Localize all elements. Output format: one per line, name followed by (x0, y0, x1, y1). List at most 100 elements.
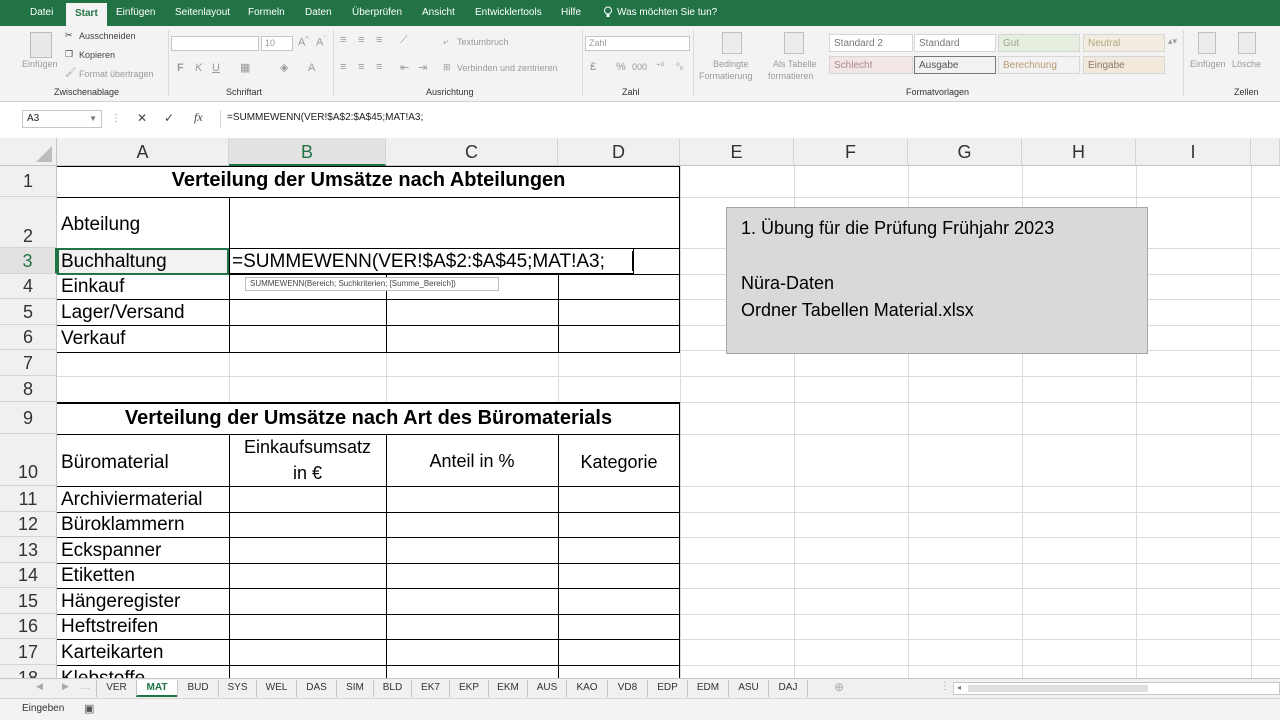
department-buchhaltung[interactable]: Buchhaltung (61, 251, 167, 273)
sheet-tab-aus[interactable]: AUS (527, 680, 566, 697)
table2-header-anteil[interactable]: Anteil in % (386, 451, 558, 472)
table2-header-bueromaterial[interactable]: Büromaterial (61, 452, 169, 474)
percent-button[interactable]: % (616, 61, 626, 73)
row-header-8[interactable]: 8 (0, 376, 57, 402)
tab-datei[interactable]: Datei (30, 0, 53, 26)
row-header-7[interactable]: 7 (0, 350, 57, 376)
style-berechnung[interactable]: Berechnung (998, 56, 1080, 74)
tab-daten[interactable]: Daten (305, 0, 332, 26)
row-header-1[interactable]: 1 (0, 166, 57, 197)
currency-icon[interactable]: ₤ (590, 61, 596, 73)
sheet-tab-edp[interactable]: EDP (647, 680, 687, 697)
row-header-4[interactable]: 4 (0, 274, 57, 299)
cancel-button[interactable]: ✕ (137, 111, 147, 125)
sheet-tab-asu[interactable]: ASU (728, 680, 768, 697)
material-heftstreifen[interactable]: Heftstreifen (61, 616, 158, 638)
table2-header-einkaufsumsatz[interactable]: Einkaufsumsatz (229, 437, 386, 458)
sheet-tab-bld[interactable]: BLD (373, 680, 411, 697)
increase-decimal-icon[interactable]: ⁺⁰ (656, 61, 664, 72)
scroll-right-icon[interactable]: ▶ (62, 681, 69, 692)
tab-start[interactable]: Start (66, 3, 107, 26)
column-header-a[interactable]: A (57, 138, 229, 166)
grow-font-icon[interactable]: A^ (298, 36, 309, 49)
underline-button[interactable]: U (212, 62, 220, 74)
department-einkauf[interactable]: Einkauf (61, 276, 124, 298)
department-verkauf[interactable]: Verkauf (61, 328, 125, 350)
row-header-15[interactable]: 15 (0, 588, 57, 614)
align-top-icon[interactable]: ≡ (340, 34, 346, 46)
scroll-left-arrow-icon[interactable]: ◂ (957, 683, 961, 692)
row-header-18[interactable]: 18 (0, 665, 57, 678)
row-header-3[interactable]: 3 (0, 248, 57, 274)
tab-split-handle-icon[interactable]: ⋮ (940, 681, 950, 692)
table2-header-kategorie[interactable]: Kategorie (558, 452, 680, 473)
sheet-tab-kao[interactable]: KAO (566, 680, 607, 697)
paste-button[interactable]: Einfügen (22, 59, 58, 69)
material-haengeregister[interactable]: Hängeregister (61, 591, 180, 613)
column-header-i[interactable]: I (1136, 138, 1251, 166)
table1-title[interactable]: Verteilung der Umsätze nach Abteilungen (57, 169, 680, 192)
table2-header-currency[interactable]: in € (229, 463, 386, 484)
conditional-formatting-label-2[interactable]: Formatierung (699, 71, 753, 81)
material-klebstoffe[interactable]: Klebstoffe (61, 668, 145, 678)
decrease-decimal-icon[interactable]: ⁰₀ (676, 61, 683, 72)
insert-cells-icon[interactable] (1198, 32, 1216, 54)
delete-cells-button[interactable]: Lösche (1232, 59, 1261, 69)
sheet-tab-ver[interactable]: VER (96, 680, 136, 697)
sheet-tab-edm[interactable]: EDM (687, 680, 728, 697)
cut-button[interactable]: Ausschneiden (79, 31, 136, 41)
align-right-icon[interactable]: ≡ (376, 61, 382, 73)
sheet-tab-ekp[interactable]: EKP (449, 680, 488, 697)
style-ausgabe[interactable]: Ausgabe (914, 56, 996, 74)
bold-button[interactable]: F (177, 62, 184, 74)
row-header-12[interactable]: 12 (0, 512, 57, 537)
tab-ueberpruefen[interactable]: Überprüfen (352, 0, 402, 26)
column-header-f[interactable]: F (794, 138, 908, 166)
row-header-5[interactable]: 5 (0, 299, 57, 325)
align-center-icon[interactable]: ≡ (358, 61, 364, 73)
font-size-select[interactable]: 10 (261, 36, 293, 51)
row-header-6[interactable]: 6 (0, 325, 57, 350)
sheet-tab-daj[interactable]: DAJ (768, 680, 808, 697)
copy-icon[interactable]: ❐ (65, 49, 73, 60)
styles-scroll-icon[interactable]: ▴▾ (1168, 36, 1177, 47)
tab-hilfe[interactable]: Hilfe (561, 0, 581, 26)
align-left-icon[interactable]: ≡ (340, 61, 346, 73)
delete-cells-icon[interactable] (1238, 32, 1256, 54)
align-bottom-icon[interactable]: ≡ (376, 34, 382, 46)
horizontal-scrollbar[interactable]: ◂ (953, 682, 1280, 695)
material-archiviermaterial[interactable]: Archiviermaterial (61, 489, 202, 511)
row-header-11[interactable]: 11 (0, 486, 57, 512)
column-header-c[interactable]: C (386, 138, 558, 166)
tab-einfuegen[interactable]: Einfügen (116, 0, 155, 26)
copy-button[interactable]: Kopieren (79, 50, 115, 60)
italic-button[interactable]: K (195, 62, 202, 74)
sheet-tab-bud[interactable]: BUD (177, 680, 218, 697)
column-header-g[interactable]: G (908, 138, 1022, 166)
sheet-tab-vd8[interactable]: VD8 (607, 680, 647, 697)
conditional-formatting-label-1[interactable]: Bedingte (713, 59, 749, 69)
row-header-17[interactable]: 17 (0, 639, 57, 665)
column-header-d[interactable]: D (558, 138, 680, 166)
insert-cells-button[interactable]: Einfügen (1190, 59, 1226, 69)
sheet-tab-ek7[interactable]: EK7 (411, 680, 449, 697)
indent-increase-icon[interactable]: ⇥ (418, 61, 427, 74)
shrink-font-icon[interactable]: Aˇ (316, 36, 326, 49)
formula-input[interactable]: =SUMMEWENN(VER!$A$2:$A$45;MAT!A3; (220, 110, 1276, 128)
row-header-9[interactable]: 9 (0, 402, 57, 434)
department-lager-versand[interactable]: Lager/Versand (61, 302, 185, 324)
style-schlecht[interactable]: Schlecht (829, 56, 913, 74)
format-as-table-label-1[interactable]: Als Tabelle (773, 59, 816, 69)
merge-center-button[interactable]: Verbinden und zentrieren (457, 63, 558, 73)
more-options-icon[interactable]: ⋮ (111, 113, 121, 124)
material-karteikarten[interactable]: Karteikarten (61, 642, 163, 664)
insert-function-button[interactable]: fx (194, 110, 203, 125)
sheet-tab-wel[interactable]: WEL (256, 680, 296, 697)
scissors-icon[interactable]: ✂ (65, 30, 73, 41)
thousands-button[interactable]: 000 (632, 62, 647, 72)
orientation-icon[interactable]: ⟋ (400, 34, 408, 47)
tab-entwicklertools[interactable]: Entwicklertools (475, 0, 542, 26)
paste-icon[interactable] (30, 32, 52, 58)
row-header-13[interactable]: 13 (0, 537, 57, 563)
sheet-tab-das[interactable]: DAS (296, 680, 336, 697)
